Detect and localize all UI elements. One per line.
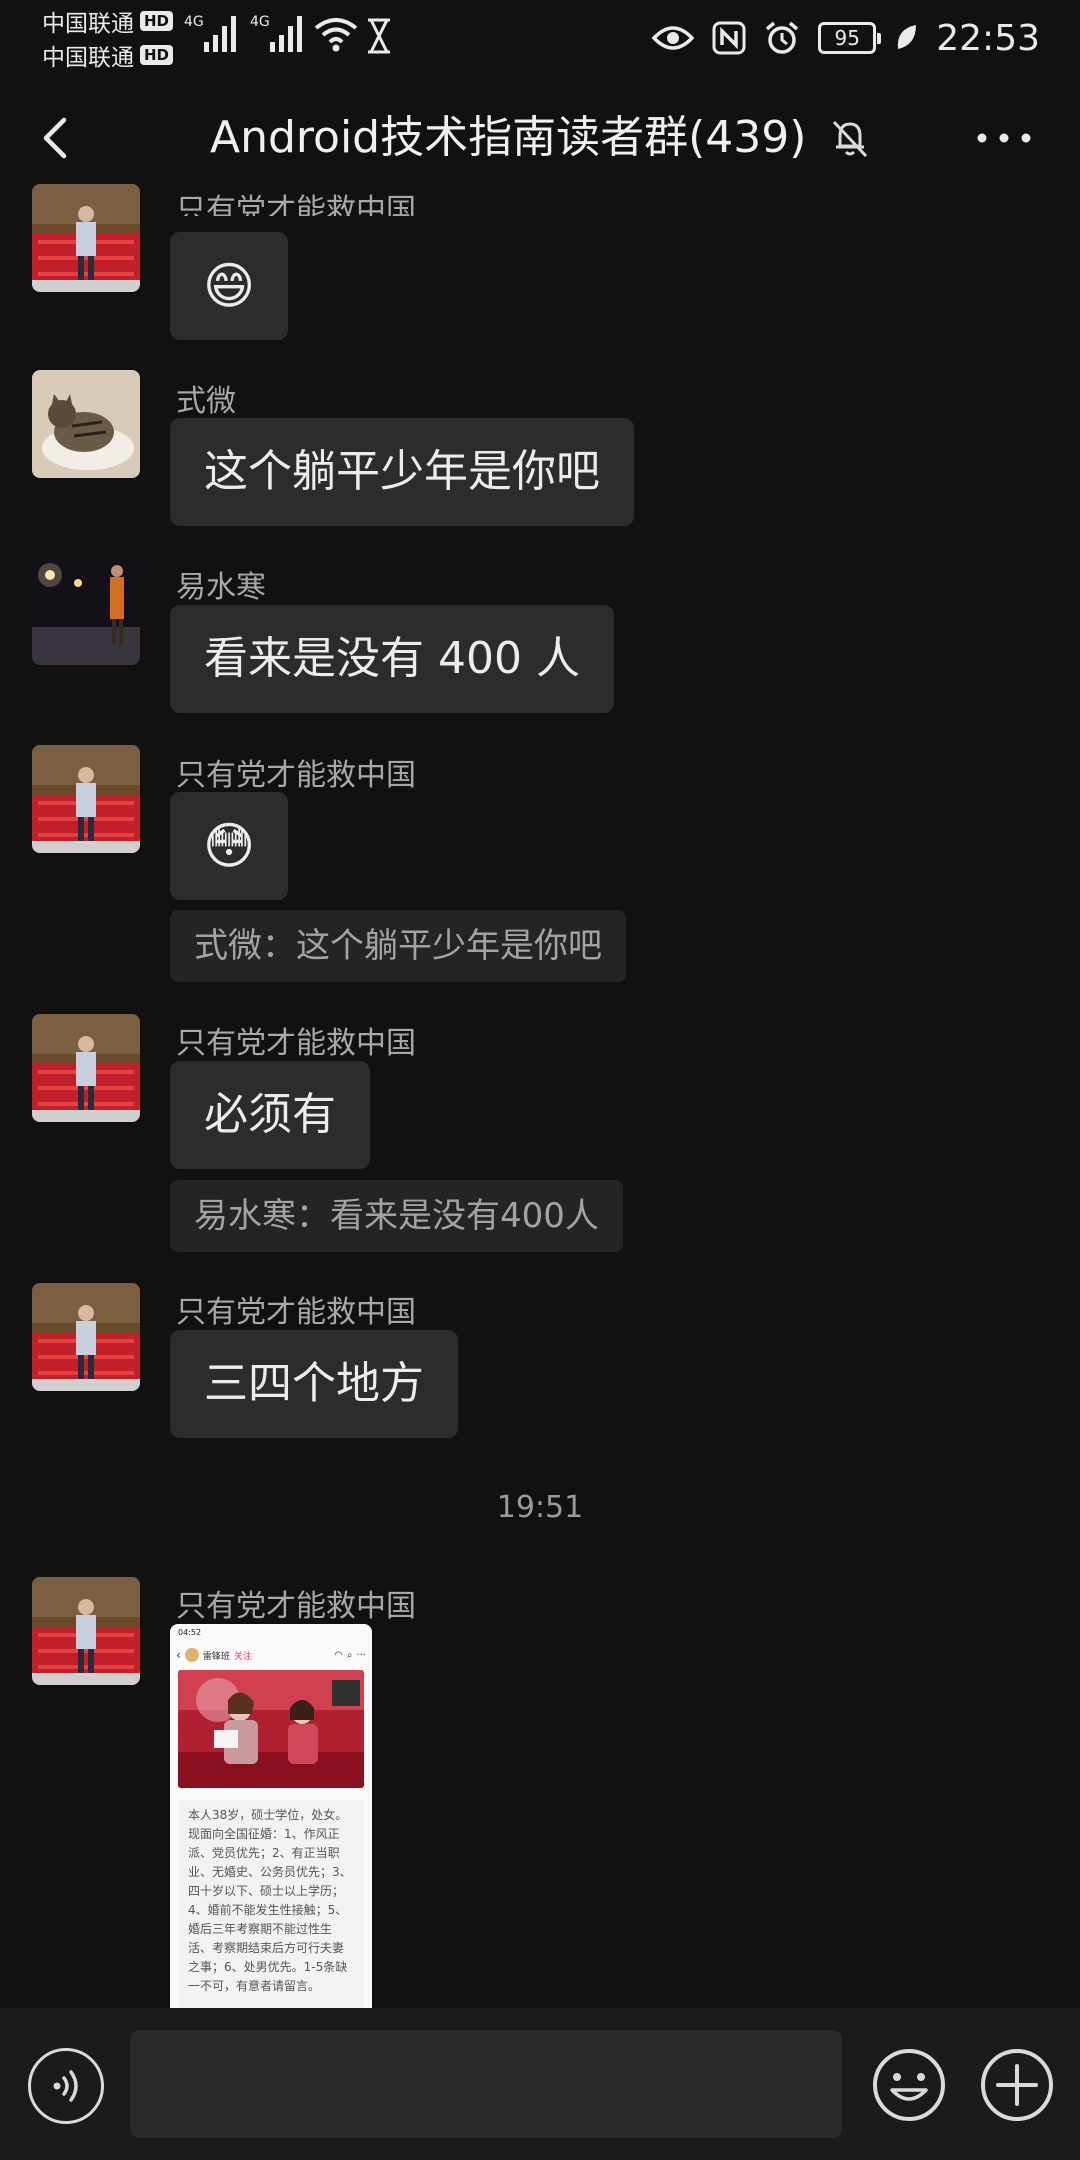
message-bubble[interactable]: 😄 [170,232,288,340]
emoji: 😳 [202,817,256,875]
search-icon: ⌕ [346,1649,353,1661]
sender-name: 只有党才能救中国 [176,193,416,216]
author-name: 雷锋班 [202,1651,230,1662]
status-bar: 中国联通 HD 中国联通 HD 4G 4G 95 22:53 [0,0,1080,76]
network-type-1: 4G [184,14,204,30]
voice-button[interactable] [28,2048,104,2124]
image-status-time: 04:52 [178,1628,202,1637]
avatar[interactable] [32,370,140,478]
chat-screen: 中国联通 HD 中国联通 HD 4G 4G 95 22:53 Android技术… [0,0,1080,2160]
chevron-left-icon: ‹ [176,1648,181,1662]
battery-indicator: 95 [818,22,882,54]
sender-name: 只有党才能救中国 [176,1295,416,1330]
signal-icon [270,16,302,52]
leaf-icon [898,25,917,49]
hourglass-icon [368,18,390,54]
plus-circle-icon [981,2049,1053,2121]
sender-name: 只有党才能救中国 [176,758,416,793]
message-bubble[interactable]: 😳 [170,792,288,900]
message-bubble[interactable]: 看来是没有 400 人 [170,605,614,713]
eye-icon [652,26,695,50]
avatar-image [32,1014,140,1122]
time-divider: 19:51 [496,1490,584,1525]
headphones-icon: ◠ [334,1649,343,1661]
message-bubble[interactable]: 必须有 [170,1061,370,1169]
more-horizontal-icon: ··· [356,1649,366,1661]
input-bar [0,2008,1080,2160]
sender-name: 式微 [176,384,236,419]
wifi-icon [314,18,358,52]
title-bar: Android技术指南读者群(439) [0,90,1080,186]
avatar-image [32,1283,140,1391]
message-bubble[interactable]: 三四个地方 [170,1330,458,1438]
avatar[interactable] [32,1283,140,1391]
more-actions-button[interactable] [978,2046,1056,2124]
follow-label: 关注 [233,1651,252,1662]
avatar[interactable] [32,1014,140,1122]
back-button[interactable] [28,108,88,168]
avatar-image [32,1577,140,1685]
emoji-button[interactable] [870,2046,948,2124]
network-type-2: 4G [250,14,270,30]
alarm-icon [766,21,799,54]
bell-off-icon [832,120,868,158]
emoji: 😄 [202,257,256,315]
avatar-image [32,745,140,853]
carrier-1: 中国联通 HD [42,4,174,38]
author-avatar [184,1648,199,1662]
nfc-icon [712,21,746,55]
quote-reference[interactable]: 易水寒：看来是没有400人 [170,1180,623,1252]
carrier-2: 中国联通 HD [42,38,174,72]
photo-scene [178,1670,364,1788]
message-input[interactable] [130,2030,842,2138]
sender-name: 只有党才能救中国 [176,1026,416,1061]
avatar-image [32,370,140,478]
more-button[interactable] [972,112,1036,164]
avatar-image [32,557,140,665]
signal-icon [204,16,236,52]
voice-icon [53,2070,78,2102]
page-title: Android技术指南读者群(439) [210,112,807,163]
sender-name: 只有党才能救中国 [176,1589,416,1624]
avatar[interactable] [32,745,140,853]
status-right: 95 22:53 [652,10,1040,66]
image-caption-text: 本人38岁，硕士学位，处女。现面向全国征婚：1、作风正派、党员优先；2、有正当职… [178,1800,364,2008]
mute-status [826,114,874,162]
avatar-image [32,184,140,292]
message-bubble[interactable]: 这个躺平少年是你吧 [170,418,634,526]
sender-name: 易水寒 [176,570,266,605]
chevron-left-icon [43,117,67,159]
image-photo [178,1670,364,1788]
image-message[interactable]: 04:52 ‹ 雷锋班 关注 ◠ ⌕ ··· 本人38岁，硕士学位，处女。现面向… [170,1624,372,2008]
avatar[interactable] [32,184,140,292]
more-horizontal-icon [977,133,1031,143]
emoji-icon [873,2049,945,2121]
image-header: ‹ 雷锋班 关注 ◠ ⌕ ··· [170,1642,372,1668]
quote-reference[interactable]: 式微：这个躺平少年是你吧 [170,910,626,982]
avatar[interactable] [32,1577,140,1685]
clock: 22:53 [936,17,1040,59]
avatar[interactable] [32,557,140,665]
